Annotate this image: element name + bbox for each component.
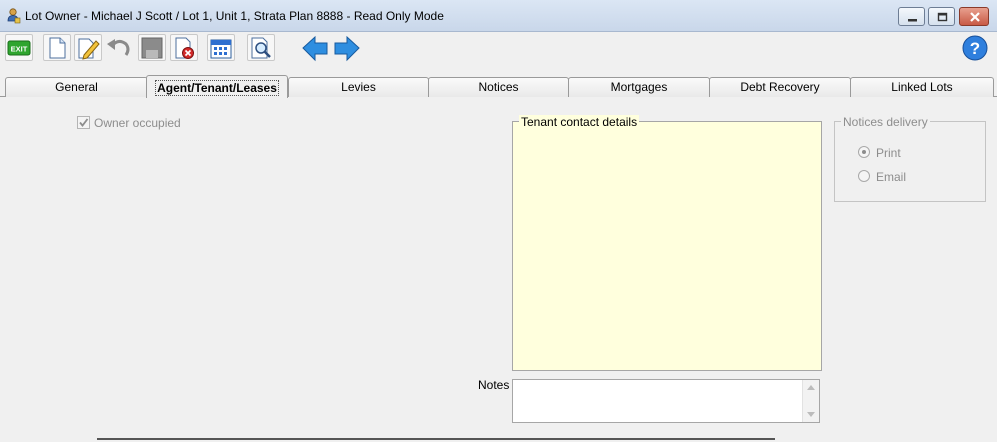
help-button[interactable]: ? [960, 34, 988, 61]
tab-agent-tenant-leases[interactable]: Agent/Tenant/Leases [146, 75, 288, 98]
edit-icon [78, 38, 100, 60]
tab-label: Linked Lots [891, 80, 953, 94]
svg-text:EXIT: EXIT [11, 45, 28, 54]
tab-label: Agent/Tenant/Leases [155, 80, 279, 96]
maximize-button[interactable] [928, 7, 955, 26]
tab-label: Notices [478, 80, 519, 94]
toolbar: EXIT ? [0, 32, 997, 64]
tab-label: General [55, 80, 98, 94]
help-icon: ? [962, 35, 988, 61]
notes-textarea[interactable] [512, 379, 820, 423]
exit-button[interactable]: EXIT [5, 34, 33, 61]
tab-notices[interactable]: Notices [428, 77, 569, 97]
minimize-icon [908, 19, 917, 22]
scroll-down-icon[interactable] [807, 412, 815, 417]
preview-icon [251, 37, 271, 59]
notes-label: Notes [478, 378, 510, 392]
tab-levies[interactable]: Levies [288, 77, 429, 97]
undo-button[interactable] [105, 34, 133, 61]
divider [97, 438, 775, 442]
maximize-icon [937, 12, 948, 22]
new-document-icon [49, 37, 66, 59]
scroll-up-icon[interactable] [807, 385, 815, 390]
tab-strip: General Agent/Tenant/Leases Levies Notic… [0, 75, 997, 98]
svg-text:?: ? [970, 39, 980, 58]
email-radio-label: Email [876, 170, 907, 184]
radio-circle[interactable] [858, 146, 870, 158]
preview-button[interactable] [247, 34, 275, 61]
tab-label: Debt Recovery [740, 80, 820, 94]
back-arrow-icon [302, 35, 328, 62]
tenant-contact-details-field[interactable] [512, 121, 822, 371]
title-bar: Lot Owner - Michael J Scott / Lot 1, Uni… [0, 0, 997, 32]
tenant-contact-details-legend: Tenant contact details [519, 115, 640, 129]
calendar-icon [210, 39, 232, 59]
forward-arrow-icon [334, 35, 360, 62]
radio-selected-dot [862, 150, 866, 154]
save-button[interactable] [138, 34, 166, 61]
delete-icon [175, 37, 194, 59]
print-radio-label: Print [876, 146, 901, 160]
calendar-button[interactable] [207, 34, 235, 61]
tab-label: Levies [341, 80, 376, 94]
undo-icon [107, 39, 130, 56]
window-title: Lot Owner - Michael J Scott / Lot 1, Uni… [25, 9, 444, 23]
new-button[interactable] [43, 34, 71, 61]
user-lock-icon [7, 8, 21, 24]
delete-button[interactable] [170, 34, 198, 61]
next-record-button[interactable] [332, 34, 360, 62]
exit-icon: EXIT [7, 40, 31, 56]
checkmark-icon [79, 118, 89, 127]
edit-button[interactable] [74, 34, 102, 61]
notices-delivery-group [834, 121, 986, 202]
radio-circle[interactable] [858, 170, 870, 182]
tab-label: Mortgages [610, 80, 668, 94]
tab-debt-recovery[interactable]: Debt Recovery [709, 77, 851, 97]
owner-occupied-label: Owner occupied [94, 116, 181, 130]
minimize-button[interactable] [898, 7, 925, 26]
tab-general[interactable]: General [5, 77, 148, 97]
previous-record-button[interactable] [300, 34, 328, 62]
checkbox-box[interactable] [77, 116, 90, 129]
save-icon [141, 37, 163, 59]
notes-scrollbar[interactable] [802, 380, 819, 422]
tab-linked-lots[interactable]: Linked Lots [850, 77, 994, 97]
tab-mortgages[interactable]: Mortgages [568, 77, 710, 97]
close-icon [970, 12, 980, 22]
notices-delivery-legend: Notices delivery [841, 115, 930, 129]
close-button[interactable] [959, 7, 989, 26]
